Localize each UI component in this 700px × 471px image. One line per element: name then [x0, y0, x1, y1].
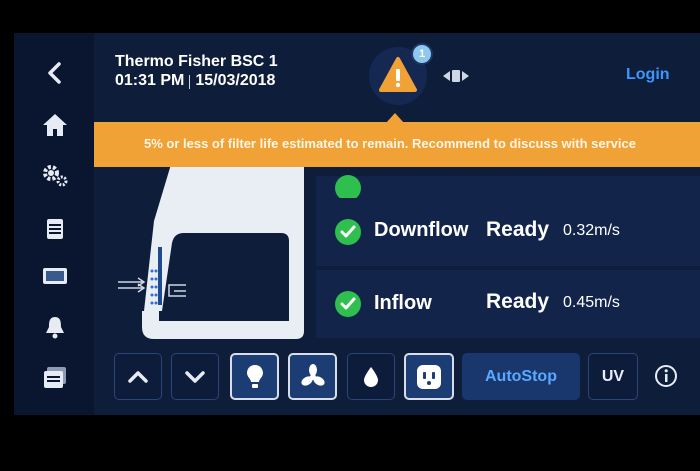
- light-toggle[interactable]: [230, 353, 279, 400]
- chevron-up-icon: [128, 370, 148, 383]
- check-icon: [335, 219, 361, 245]
- status-value: 0.32m/s: [563, 222, 620, 239]
- sash-down-button[interactable]: [171, 353, 219, 400]
- time-date-divider: [189, 75, 191, 89]
- status-row-downflow: Downflow Ready 0.32m/s: [316, 198, 700, 266]
- light-bulb-icon: [246, 364, 263, 388]
- chevron-down-icon: [185, 370, 205, 383]
- fan-icon: [300, 363, 325, 386]
- files-icon: [44, 367, 66, 388]
- status-value: 0.45m/s: [563, 294, 620, 311]
- date-text: 15/03/2018: [195, 72, 276, 89]
- device-title: Thermo Fisher BSC 1: [115, 53, 278, 70]
- calendar-button[interactable]: [40, 213, 70, 243]
- connection-icon[interactable]: [443, 68, 469, 84]
- gas-valve-button[interactable]: [347, 353, 395, 400]
- status-state: Ready: [486, 218, 550, 241]
- bell-icon: [46, 317, 64, 339]
- sidebar: [14, 33, 94, 415]
- display-button[interactable]: [40, 261, 70, 291]
- power-outlet-icon: [417, 364, 441, 389]
- warning-message: 5% or less of filter life estimated to r…: [144, 136, 636, 151]
- fan-toggle[interactable]: [288, 353, 337, 400]
- settings-icon: [43, 165, 68, 187]
- autostop-button[interactable]: AutoStop: [462, 353, 580, 400]
- datetime: 01:31 PM 15/03/2018: [115, 72, 275, 90]
- notifications-button[interactable]: [40, 312, 70, 342]
- info-icon[interactable]: [654, 364, 678, 388]
- status-state: Ready: [486, 290, 550, 313]
- home-icon: [43, 114, 67, 136]
- status-name: Downflow: [374, 219, 469, 241]
- check-icon: [335, 291, 361, 317]
- warning-banner[interactable]: 5% or less of filter life estimated to r…: [94, 122, 700, 167]
- back-button[interactable]: [40, 58, 70, 88]
- status-row-inflow: Inflow Ready 0.45m/s: [316, 270, 700, 338]
- sash-up-button[interactable]: [114, 353, 162, 400]
- time-text: 01:31 PM: [115, 72, 185, 89]
- outlet-toggle[interactable]: [404, 353, 454, 400]
- water-drop-icon: [364, 366, 378, 387]
- uv-button[interactable]: UV: [588, 353, 638, 400]
- display-icon: [43, 268, 67, 284]
- home-button[interactable]: [40, 110, 70, 140]
- login-button[interactable]: Login: [626, 66, 670, 84]
- alert-count-badge: 1: [411, 43, 433, 65]
- device-screen: Thermo Fisher BSC 1 01:31 PM 15/03/2018 …: [14, 33, 700, 415]
- back-icon: [48, 62, 61, 84]
- calendar-icon: [47, 219, 63, 239]
- status-name: Inflow: [374, 292, 432, 314]
- files-button[interactable]: [40, 362, 70, 392]
- settings-button[interactable]: [40, 160, 70, 190]
- cabinet-diagram: [118, 161, 304, 339]
